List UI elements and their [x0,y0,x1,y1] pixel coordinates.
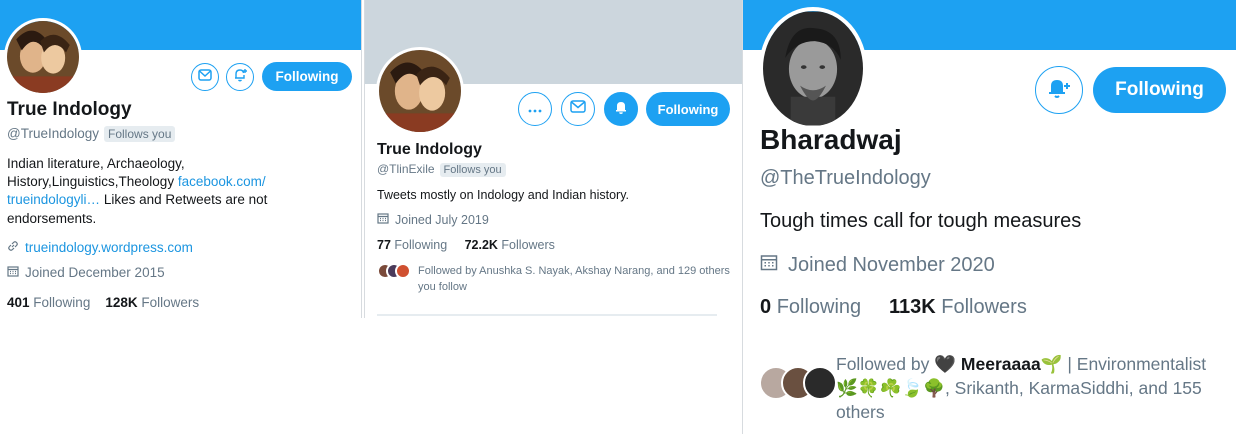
profile-joined: Joined July 2019 [377,212,489,227]
avatar[interactable] [4,18,82,96]
following-button[interactable]: Following [1093,67,1226,113]
mini-avatar [803,366,837,400]
calendar-icon [7,265,19,280]
avatar[interactable] [376,47,464,135]
profile-panel-1: Following True Indology @TrueIndology Fol… [0,0,362,434]
message-button[interactable] [561,92,595,126]
handle-text: @TrueIndology [7,126,100,141]
joined-text: Joined December 2015 [25,265,165,280]
profile-joined: Joined December 2015 [7,265,165,280]
following-count: 77 [377,238,391,252]
link-icon [7,240,19,255]
avatar[interactable] [759,7,867,130]
message-icon [198,68,212,86]
followed-by-avatars[interactable] [377,263,411,279]
calendar-icon [760,253,778,277]
message-button[interactable] [191,63,219,91]
following-button[interactable]: Following [646,92,730,126]
followers-label: Followers [141,295,200,310]
profile-website: trueindology.wordpress.com [7,240,193,255]
notifications-button[interactable] [604,92,638,126]
follows-you-badge: Follows you [439,163,506,177]
notifications-button[interactable] [1035,66,1083,114]
bio-text: Indian literature, Archaeology, History,… [7,156,185,190]
message-icon [570,100,586,118]
following-label: Following [394,238,448,252]
followed-by-name[interactable]: Meeraaaa🌱 [961,354,1063,374]
profile-handle: @TheTrueIndology [760,167,931,189]
profile-handle: @TrueIndology Follows you [7,126,176,142]
followed-by-text[interactable]: Followed by Anushka S. Nayak, Akshay Nar… [418,263,733,295]
followers-count-link[interactable]: 113K Followers [889,296,1027,318]
followers-count: 128K [105,295,138,310]
followed-by-text[interactable]: Followed by 🖤 Meeraaaa🌱 | Environmentali… [836,352,1231,424]
following-count: 401 [7,295,30,310]
followers-count: 72.2K [464,238,498,252]
following-count-link[interactable]: 77 Following [377,238,447,252]
following-label: Following [776,296,862,318]
profile-handle: @TlinExile Follows you [377,162,506,177]
more-button[interactable] [518,92,552,126]
followed-by-prefix: Followed by 🖤 [836,354,957,374]
joined-text: Joined November 2020 [788,253,995,276]
mini-avatar [395,263,411,279]
notification-add-icon [232,67,248,88]
divider [377,314,717,316]
followers-count: 113K [888,296,936,318]
followers-count-link[interactable]: 128K Followers [105,295,199,310]
calendar-icon [377,212,389,227]
website-link[interactable]: trueindology.wordpress.com [25,240,193,255]
followers-count-link[interactable]: 72.2K Followers [465,238,555,252]
notification-add-icon [1047,77,1071,104]
follows-you-badge: Follows you [104,126,176,142]
followers-label: Followers [501,238,555,252]
profile-name: Bharadwaj [760,124,902,155]
following-count-link[interactable]: 401 Following [7,295,90,310]
profile-name: True Indology [377,141,482,158]
following-count-link[interactable]: 0 Following [760,296,861,318]
followers-label: Followers [941,296,1027,318]
profile-counts: 401 Following 128K Followers [7,295,199,310]
profile-panel-2: Following True Indology @TlinExile Follow… [364,0,742,318]
handle-text: @TlinExile [377,162,435,176]
notification-on-icon [613,99,629,120]
profile-joined: Joined November 2020 [760,253,995,277]
profile-bio: Tough times call for tough measures [760,210,1082,232]
profile-name: True Indology [7,99,132,120]
profile-panel-3: Following Bharadwaj @TheTrueIndology Tou… [742,0,1236,434]
more-icon [528,100,542,118]
following-count: 0 [760,296,772,318]
joined-text: Joined July 2019 [395,212,489,227]
profile-bio: Indian literature, Archaeology, History,… [7,155,307,228]
following-button[interactable]: Following [262,62,352,91]
profile-counts: 0 Following 113K Followers [760,296,1027,319]
profile-bio: Tweets mostly on Indology and Indian his… [377,188,629,202]
profile-counts: 77 Following 72.2K Followers [377,238,555,252]
notifications-button[interactable] [226,63,254,91]
followed-by-avatars[interactable] [759,366,837,400]
following-label: Following [33,295,91,310]
